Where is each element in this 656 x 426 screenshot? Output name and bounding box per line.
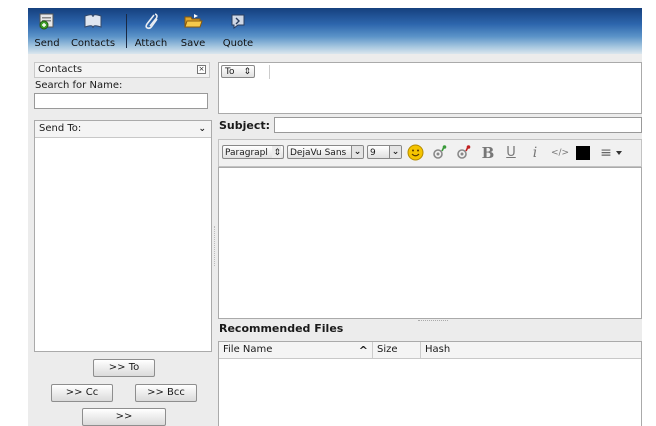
paragraph-style-value: Paragrapl bbox=[225, 148, 268, 158]
recommended-files-title: Recommended Files bbox=[219, 322, 344, 335]
sort-ascending-icon: ^ bbox=[358, 344, 368, 357]
recipient-type-value: To bbox=[225, 67, 235, 77]
close-icon[interactable]: × bbox=[197, 65, 206, 74]
chevron-down-icon[interactable]: ⌄ bbox=[198, 121, 206, 137]
contacts-pane-header: Contacts × bbox=[34, 62, 210, 78]
attach-label: Attach bbox=[134, 38, 168, 49]
toolbar: Send Contacts Attach Save Quote bbox=[28, 8, 642, 54]
subject-label: Subject: bbox=[219, 119, 271, 132]
resize-grip[interactable] bbox=[418, 320, 448, 323]
address-book-icon bbox=[84, 14, 102, 29]
align-icon[interactable]: ≡ bbox=[599, 145, 613, 161]
font-size-select[interactable]: 9 ⌄ bbox=[367, 145, 402, 159]
table-header: File Name ^ Size Hash bbox=[219, 342, 641, 359]
pane-splitter[interactable] bbox=[214, 226, 217, 266]
column-label: Size bbox=[377, 344, 398, 355]
add-to-button[interactable]: >> To bbox=[93, 359, 155, 377]
recipient-address-input[interactable] bbox=[269, 65, 640, 79]
column-label: Hash bbox=[425, 344, 451, 355]
column-file-name[interactable]: File Name ^ bbox=[219, 342, 373, 358]
recommended-files-table[interactable]: File Name ^ Size Hash bbox=[218, 341, 642, 426]
column-size[interactable]: Size bbox=[373, 342, 421, 358]
quote-button[interactable]: Quote bbox=[222, 12, 254, 52]
recommend-button[interactable]: >> Recommend bbox=[82, 408, 166, 426]
quote-label: Quote bbox=[222, 38, 254, 49]
paragraph-style-select[interactable]: Paragrapl ⇕ bbox=[222, 145, 284, 159]
contacts-button[interactable]: Contacts bbox=[64, 12, 122, 52]
send-to-label: Send To: bbox=[39, 123, 82, 134]
send-to-list[interactable]: Send To: ⌄ bbox=[34, 120, 212, 352]
caret-down-icon[interactable] bbox=[616, 151, 622, 155]
save-label: Save bbox=[180, 38, 206, 49]
folder-open-icon bbox=[184, 14, 203, 28]
font-size-value: 9 bbox=[370, 148, 376, 158]
add-cc-button[interactable]: >> Cc bbox=[51, 384, 113, 402]
column-hash[interactable]: Hash bbox=[421, 342, 641, 358]
add-bcc-button[interactable]: >> Bcc bbox=[135, 384, 197, 402]
contacts-pane: Contacts × Search for Name: bbox=[34, 62, 210, 118]
quote-icon bbox=[231, 14, 245, 29]
text-color-swatch[interactable] bbox=[576, 146, 590, 160]
paperclip-icon bbox=[145, 13, 158, 30]
formatting-toolbar: Paragrapl ⇕ DejaVu Sans ⌄ 9 ⌄ B U i </> … bbox=[218, 139, 642, 167]
message-editor[interactable] bbox=[218, 167, 642, 319]
contacts-pane-title: Contacts bbox=[38, 64, 83, 75]
subject-input[interactable] bbox=[274, 117, 642, 133]
send-icon bbox=[39, 13, 54, 30]
attach-button[interactable]: Attach bbox=[134, 12, 168, 52]
bold-icon[interactable]: B bbox=[481, 145, 495, 161]
select-arrows-icon: ⇕ bbox=[243, 67, 251, 77]
search-input[interactable] bbox=[34, 93, 208, 109]
chevron-down-icon: ⌄ bbox=[389, 146, 401, 158]
code-icon[interactable]: </> bbox=[549, 145, 571, 161]
insert-link-icon[interactable] bbox=[431, 144, 448, 161]
remove-link-icon[interactable] bbox=[455, 144, 472, 161]
underline-icon[interactable]: U bbox=[504, 145, 518, 161]
italic-icon[interactable]: i bbox=[529, 145, 541, 161]
recipients-area[interactable]: To ⇕ bbox=[218, 62, 642, 114]
compose-window: Send Contacts Attach Save Quote Contacts… bbox=[28, 8, 642, 426]
send-label: Send bbox=[34, 38, 60, 49]
chevron-down-icon: ⌄ bbox=[351, 146, 363, 158]
recipient-type-select[interactable]: To ⇕ bbox=[221, 65, 255, 78]
font-family-select[interactable]: DejaVu Sans ⌄ bbox=[287, 145, 364, 159]
contacts-label: Contacts bbox=[70, 38, 116, 49]
smiley-icon[interactable] bbox=[407, 144, 424, 161]
select-arrows-icon: ⇕ bbox=[272, 146, 281, 158]
send-button[interactable]: Send bbox=[32, 12, 62, 52]
search-label: Search for Name: bbox=[35, 80, 123, 91]
send-to-header[interactable]: Send To: ⌄ bbox=[35, 121, 211, 138]
font-family-value: DejaVu Sans bbox=[290, 148, 347, 158]
column-label: File Name bbox=[223, 344, 273, 355]
save-button[interactable]: Save bbox=[178, 12, 208, 52]
toolbar-separator bbox=[126, 14, 127, 48]
